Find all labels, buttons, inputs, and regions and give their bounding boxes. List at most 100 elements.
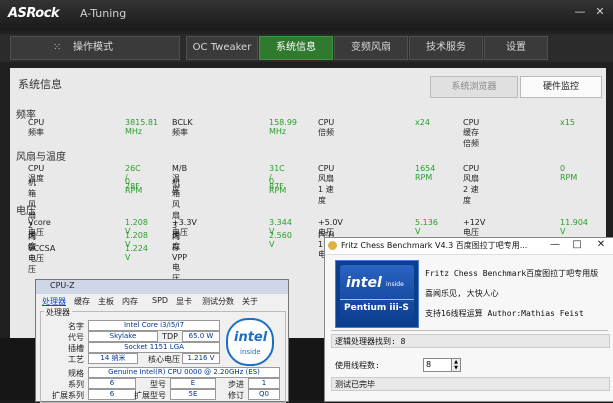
cpuz-tab-mainboard[interactable]: 主板 bbox=[98, 296, 114, 308]
name-value: Intel Core i3/i5/i7 bbox=[88, 320, 220, 331]
monitor-label: BCLK 频率 bbox=[172, 118, 193, 137]
fritz-info-line3: 支持16线程运算 Author:Mathias Feist bbox=[425, 309, 584, 318]
monitor-value: 2.560 V bbox=[269, 231, 292, 249]
fritz-divider bbox=[331, 330, 608, 331]
fritz-maximize-button[interactable]: □ bbox=[569, 239, 585, 250]
cpuz-window: CPU-Z 处理器 缓存 主板 内存 SPD 显卡 测试分数 关于 处理器 名字… bbox=[35, 279, 289, 403]
technology-value: 14 纳米 bbox=[88, 353, 138, 364]
asrock-logo: ASRock bbox=[8, 6, 60, 21]
monitor-value: 5.136 V bbox=[415, 218, 438, 236]
monitor-label: CPU 倍频 bbox=[318, 118, 335, 137]
fritz-app-icon bbox=[328, 241, 337, 250]
monitor-value: 3815.81 MHz bbox=[125, 118, 159, 136]
fritz-info-line2: 喜闻乐见, 大快人心 bbox=[425, 289, 499, 298]
fritz-title-bar: Fritz Chess Benchmark V4.3 百度图拉丁吧专用... —… bbox=[325, 238, 613, 255]
package-label: 插槽 bbox=[68, 344, 84, 353]
codename-label: 代号 bbox=[68, 333, 84, 342]
intel-inside-logo: intel inside bbox=[226, 318, 274, 366]
threads-label: 使用线程数: bbox=[335, 361, 380, 370]
fritz-minimize-button[interactable]: — bbox=[547, 239, 563, 250]
monitor-value: 1.224 V bbox=[125, 244, 148, 262]
cpuz-tab-graphics[interactable]: 显卡 bbox=[176, 296, 192, 308]
cpuz-tab-bench[interactable]: 测试分数 bbox=[202, 296, 234, 308]
model-value: E bbox=[170, 378, 216, 389]
monitor-label: 内存 VPP 电压 bbox=[172, 232, 188, 283]
name-label: 名字 bbox=[68, 322, 84, 331]
monitor-label: VCCSA 电压 bbox=[28, 244, 56, 263]
page-title: 系统信息 bbox=[18, 78, 62, 91]
specification-value: Genuine Intel(R) CPU 0000 @ 2.20GHz (ES) bbox=[88, 367, 280, 378]
ext-model-value: 5E bbox=[170, 389, 216, 400]
subtab-hardware-monitor[interactable]: 硬件监控 bbox=[520, 76, 602, 98]
fritz-result-box: 测试已完毕 bbox=[331, 377, 610, 391]
cpuz-tab-spd[interactable]: SPD bbox=[152, 296, 168, 308]
title-bar: ASRock A-Tuning — ✕ bbox=[0, 0, 613, 30]
threads-spinner[interactable]: ▲ ▼ bbox=[451, 358, 461, 372]
fritz-info-line1: Fritz Chess Benchmark百度图拉丁吧专用版 bbox=[425, 269, 599, 278]
subtab-system-browser[interactable]: 系统浏览器 bbox=[430, 76, 518, 98]
minimize-button[interactable]: — bbox=[570, 4, 590, 20]
fritz-close-button[interactable]: ✕ bbox=[593, 239, 609, 250]
monitor-label: +12V 电压 bbox=[463, 218, 486, 237]
monitor-label: CPU 风扇 2 速度 bbox=[463, 164, 480, 205]
operation-mode-button[interactable]: ⁙ 操作模式 bbox=[10, 36, 180, 60]
core-voltage-value: 1.216 V bbox=[182, 353, 220, 364]
ext-model-label: 扩展型号 bbox=[134, 391, 166, 400]
operation-mode-label: 操作模式 bbox=[73, 42, 113, 53]
core-voltage-label: 核心电压 bbox=[148, 355, 180, 364]
pentium-logo: intel inside Pentium iii-S bbox=[335, 260, 419, 328]
monitor-label: CPU 频率 bbox=[28, 118, 45, 137]
specification-label: 规格 bbox=[68, 369, 84, 378]
revision-value: Q0 bbox=[248, 389, 280, 400]
technology-label: 工艺 bbox=[68, 355, 84, 364]
monitor-value: 158.99 MHz bbox=[269, 118, 297, 136]
close-button[interactable]: ✕ bbox=[590, 4, 610, 20]
monitor-label: CPU 缓存倍频 bbox=[463, 118, 480, 148]
fritz-test-complete: 测试已完毕 bbox=[335, 380, 375, 389]
pentium-logo-inside: inside bbox=[386, 281, 404, 288]
tab-settings[interactable]: 设置 bbox=[484, 36, 548, 60]
fritz-status-box: 逻辑处理器找到: 8 bbox=[331, 334, 610, 348]
app-title: A-Tuning bbox=[80, 7, 127, 20]
tab-system-info[interactable]: 系统信息 bbox=[259, 36, 333, 60]
ext-family-label: 扩展系列 bbox=[52, 391, 84, 400]
family-label: 系列 bbox=[68, 380, 84, 389]
revision-label: 修订 bbox=[228, 391, 244, 400]
processor-group-label: 处理器 bbox=[44, 307, 72, 318]
dots-grid-icon: ⁙ bbox=[53, 42, 62, 53]
tdp-value: 65.0 W bbox=[182, 331, 220, 342]
stepping-value: 1 bbox=[248, 378, 280, 389]
monitor-value: 0 RPM bbox=[125, 177, 143, 195]
monitor-value: 1654 RPM bbox=[415, 164, 436, 182]
section-fan-temp: 风扇与温度 bbox=[16, 152, 66, 163]
pentium-logo-badge: intel inside Pentium iii-S bbox=[340, 265, 414, 323]
cpuz-tab-memory[interactable]: 内存 bbox=[122, 296, 138, 308]
monitor-value: x24 bbox=[415, 118, 430, 127]
intel-logo-inside: inside bbox=[240, 348, 261, 356]
package-value: Socket 1151 LGA bbox=[88, 342, 220, 353]
fritz-window: Fritz Chess Benchmark V4.3 百度图拉丁吧专用... —… bbox=[324, 237, 613, 402]
tab-tech-service[interactable]: 技术服务 bbox=[409, 36, 483, 60]
monitor-label: CPU 风扇 1 速度 bbox=[318, 164, 335, 205]
model-label: 型号 bbox=[150, 380, 166, 389]
monitor-value: 0 RPM bbox=[269, 177, 287, 195]
section-voltage: 电压 bbox=[16, 206, 36, 217]
monitor-value: 0 RPM bbox=[560, 164, 578, 182]
intel-logo-word: intel bbox=[234, 330, 268, 345]
cpuz-title-bar: CPU-Z bbox=[36, 280, 288, 294]
tab-fan-tuning[interactable]: 变频风扇 bbox=[334, 36, 408, 60]
pentium-logo-product: Pentium iii-S bbox=[344, 303, 409, 313]
cpuz-title: CPU-Z bbox=[50, 281, 75, 290]
cpuz-tab-about[interactable]: 关于 bbox=[242, 296, 258, 308]
threads-input[interactable]: 8 bbox=[423, 358, 453, 372]
tdp-label: TDP bbox=[162, 332, 178, 341]
pentium-logo-word: intel bbox=[346, 275, 382, 291]
cpuz-tab-cache[interactable]: 缓存 bbox=[74, 296, 90, 308]
pentium-logo-divider bbox=[340, 299, 414, 300]
monitor-value: x15 bbox=[560, 118, 575, 127]
stepping-label: 步进 bbox=[228, 380, 244, 389]
fritz-processors-found: 逻辑处理器找到: 8 bbox=[335, 337, 406, 346]
fritz-title: Fritz Chess Benchmark V4.3 百度图拉丁吧专用... bbox=[341, 241, 528, 250]
monitor-value: 11.904 V bbox=[560, 218, 588, 236]
tab-oc-tweaker[interactable]: OC Tweaker bbox=[186, 36, 258, 60]
